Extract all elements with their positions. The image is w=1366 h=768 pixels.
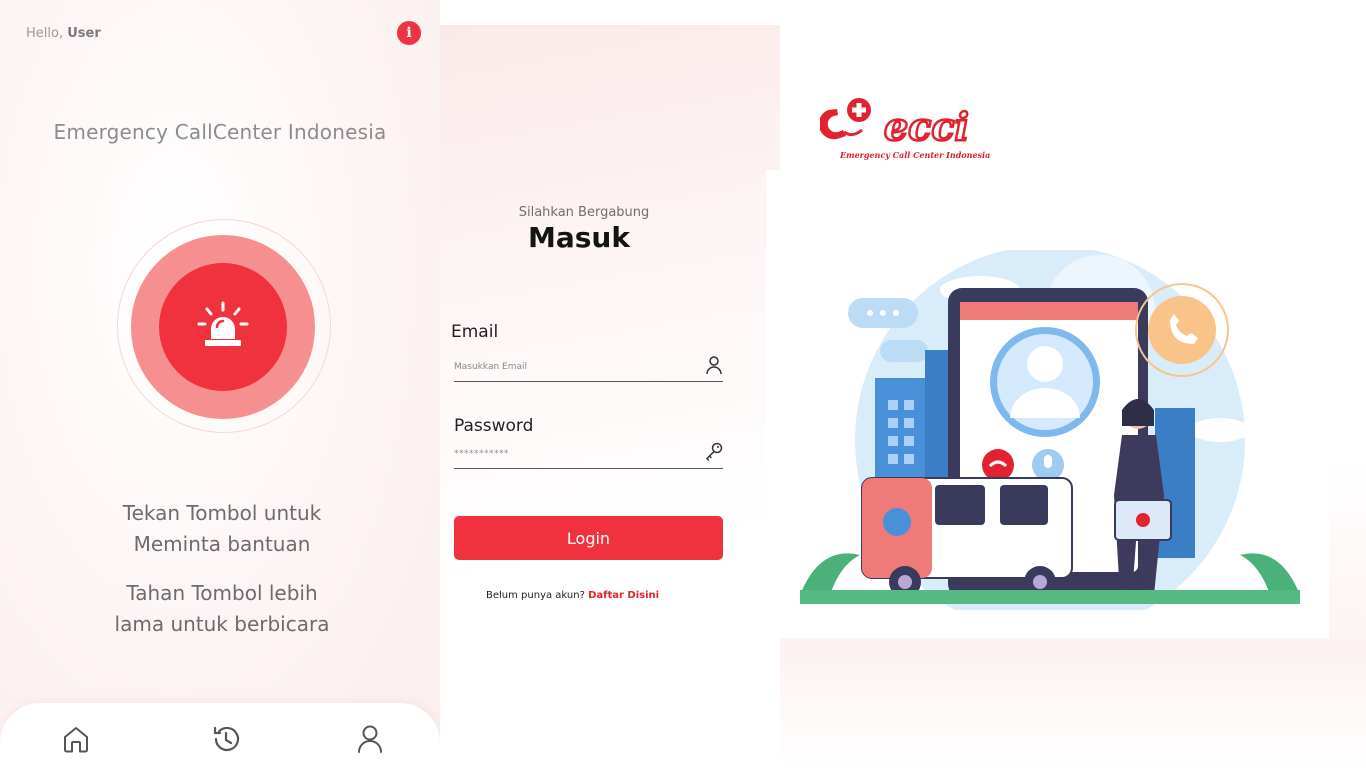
profile-icon (358, 725, 382, 753)
greeting: Hello, User (26, 26, 101, 41)
home-screen: Hello, User i Emergency CallCenter Indon… (0, 0, 440, 768)
login-subtitle: Silahkan Bergabung (518, 205, 650, 220)
register-prompt-text: Belum punya akun? (486, 590, 585, 601)
key-icon (705, 442, 723, 461)
login-button[interactable]: Login (454, 516, 723, 560)
email-label: Email (451, 322, 499, 342)
nav-home[interactable] (60, 723, 92, 755)
email-field[interactable] (454, 358, 694, 376)
sos-button[interactable] (159, 263, 287, 391)
siren-icon (197, 301, 249, 346)
user-icon (706, 356, 722, 375)
register-prompt: Belum punya akun? Daftar Disini (486, 590, 659, 601)
login-title: Masuk (528, 221, 630, 254)
nav-history[interactable] (210, 723, 242, 755)
page: Hello, User i Emergency CallCenter Indon… (0, 0, 1366, 768)
help-line-4: lama untuk berbicara (114, 612, 330, 636)
greeting-name: User (67, 26, 101, 41)
home-icon (64, 727, 88, 753)
password-field[interactable] (454, 445, 694, 463)
password-label: Password (454, 416, 534, 436)
history-icon (213, 726, 240, 752)
logo-mark: ecci (818, 98, 970, 150)
help-line-1: Tekan Tombol untuk (122, 501, 322, 525)
email-field-wrap (454, 352, 723, 382)
password-field-wrap (454, 439, 723, 469)
nav-profile[interactable] (354, 723, 386, 755)
telemedicine-illustration (800, 250, 1300, 610)
help-text-press: Tekan Tombol untuk Meminta bantuan (0, 498, 440, 560)
logo-tagline: Emergency Call Center Indonesia (840, 150, 991, 160)
help-line-2: Meminta bantuan (133, 532, 311, 556)
bottom-nav (0, 703, 440, 768)
info-icon[interactable]: i (397, 21, 421, 45)
logo-text: ecci (884, 104, 969, 149)
help-line-3: Tahan Tombol lebih (126, 581, 318, 605)
login-form: Silahkan Bergabung Masuk Email Password … (440, 25, 780, 768)
register-link[interactable]: Daftar Disini (588, 590, 659, 601)
greeting-prefix: Hello, (26, 26, 64, 41)
app-title: Emergency CallCenter Indonesia (53, 120, 387, 144)
help-text-hold: Tahan Tombol lebih lama untuk berbicara (0, 578, 440, 640)
